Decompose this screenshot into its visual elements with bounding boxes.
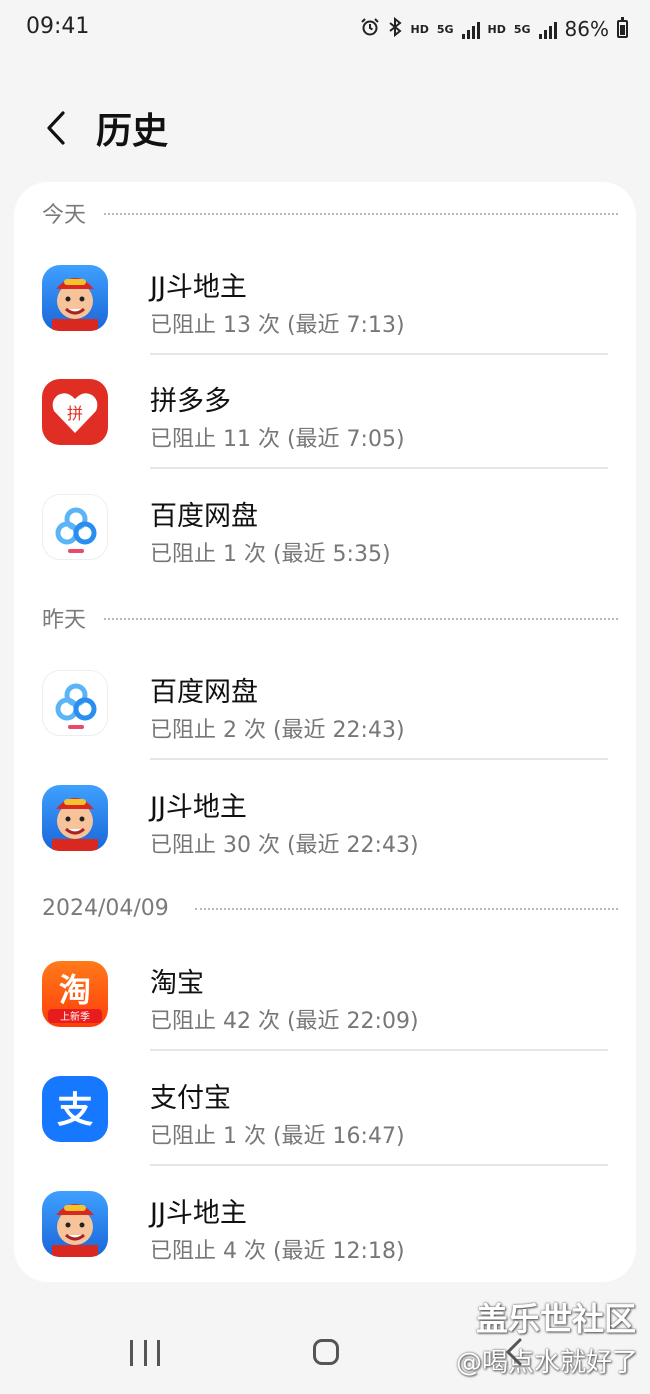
section-label: 今天 [42,203,87,228]
signal-icon-1 [461,19,480,39]
list-item[interactable]: 支 支付宝 已阻止 1 次 (最近 16:47) [14,1052,636,1166]
taobao-badge: 上新季 [60,1010,90,1023]
status-time: 09:41 [26,14,90,39]
hd-label-2: HD [487,22,506,36]
block-detail: 已阻止 1 次 (最近 16:47) [150,1124,405,1149]
recent-bar [143,1340,147,1366]
block-detail: 已阻止 1 次 (最近 5:35) [150,542,391,567]
battery-percent: 86% [564,17,609,41]
block-detail: 已阻止 30 次 (最近 22:43) [150,833,419,858]
chevron-left-icon [505,1338,522,1366]
block-detail: 已阻止 13 次 (最近 7:13) [150,313,405,338]
jj-doudizhu-icon [42,265,108,331]
taobao-glyph: 淘 [59,971,91,1009]
baidu-netdisk-icon [42,494,108,560]
back-button[interactable] [34,100,78,156]
dotted-divider [104,213,618,215]
jj-doudizhu-icon [42,1191,108,1257]
nav-back-button[interactable] [496,1334,536,1370]
recent-bar [130,1340,133,1366]
app-name: 百度网盘 [150,677,258,708]
pdd-glyph: 拼 [67,404,83,423]
block-detail: 已阻止 2 次 (最近 22:43) [150,718,405,743]
baidu-netdisk-icon [42,670,108,736]
block-detail: 已阻止 42 次 (最近 22:09) [150,1009,419,1034]
section-header-today: 今天 [42,193,618,233]
chevron-left-icon [47,111,65,145]
block-detail: 已阻止 11 次 (最近 7:05) [150,427,405,452]
app-name: JJ斗地主 [150,792,247,823]
section-header-yesterday: 昨天 [42,598,618,638]
list-item[interactable]: 淘上新季 淘宝 已阻止 42 次 (最近 22:09) [14,937,636,1051]
dotted-divider [194,908,618,910]
app-header: 历史 [0,92,650,164]
row-divider [150,467,608,469]
app-name: JJ斗地主 [150,1198,247,1229]
app-name: 支付宝 [150,1083,231,1114]
app-name: 拼多多 [150,386,231,417]
network-5g-label-2: 5G [513,22,531,36]
list-item[interactable]: 百度网盘 已阻止 1 次 (最近 5:35) [14,470,636,584]
page-title: 历史 [96,111,169,152]
row-divider [150,1049,608,1051]
battery-icon [617,17,628,38]
list-item[interactable]: JJ斗地主 已阻止 4 次 (最近 12:18) [14,1167,636,1281]
list-item[interactable]: JJ斗地主 已阻止 30 次 (最近 22:43) [14,761,636,875]
hd-label-1: HD [410,22,429,36]
network-5g-label-1: 5G [436,22,454,36]
alarm-icon [360,17,380,42]
watermark-author: @喝点水就好了 [455,1348,638,1378]
history-card: 今天 JJ斗地主 已阻止 13 次 (最近 7:13) 拼 拼多多 已阻止 11… [14,182,636,1282]
section-label: 2024/04/09 [42,895,169,921]
section-label: 昨天 [42,608,87,633]
status-bar: 09:41 HD 5G HD 5G 86% [0,0,650,56]
app-name: JJ斗地主 [150,272,247,303]
section-header-date: 2024/04/09 [42,888,618,928]
app-name: 百度网盘 [150,501,258,532]
alipay-glyph: 支 [57,1090,93,1131]
list-item[interactable]: JJ斗地主 已阻止 13 次 (最近 7:13) [14,241,636,355]
list-item[interactable]: 百度网盘 已阻止 2 次 (最近 22:43) [14,646,636,760]
status-icons: HD 5G HD 5G 86% [360,14,628,44]
signal-icon-2 [538,19,557,39]
recent-apps-button[interactable] [130,1338,160,1368]
pinduoduo-icon: 拼 [42,379,108,445]
alipay-icon: 支 [42,1076,108,1142]
bluetooth-icon [388,16,403,42]
row-divider [150,758,608,760]
row-divider [150,1164,608,1166]
block-detail: 已阻止 4 次 (最近 12:18) [150,1239,405,1264]
app-name: 淘宝 [150,968,204,999]
dotted-divider [104,618,618,620]
taobao-icon: 淘上新季 [42,961,108,1027]
recent-bar [157,1340,160,1366]
jj-doudizhu-icon [42,785,108,851]
list-item[interactable]: 拼 拼多多 已阻止 11 次 (最近 7:05) [14,355,636,469]
home-button[interactable] [313,1339,339,1365]
